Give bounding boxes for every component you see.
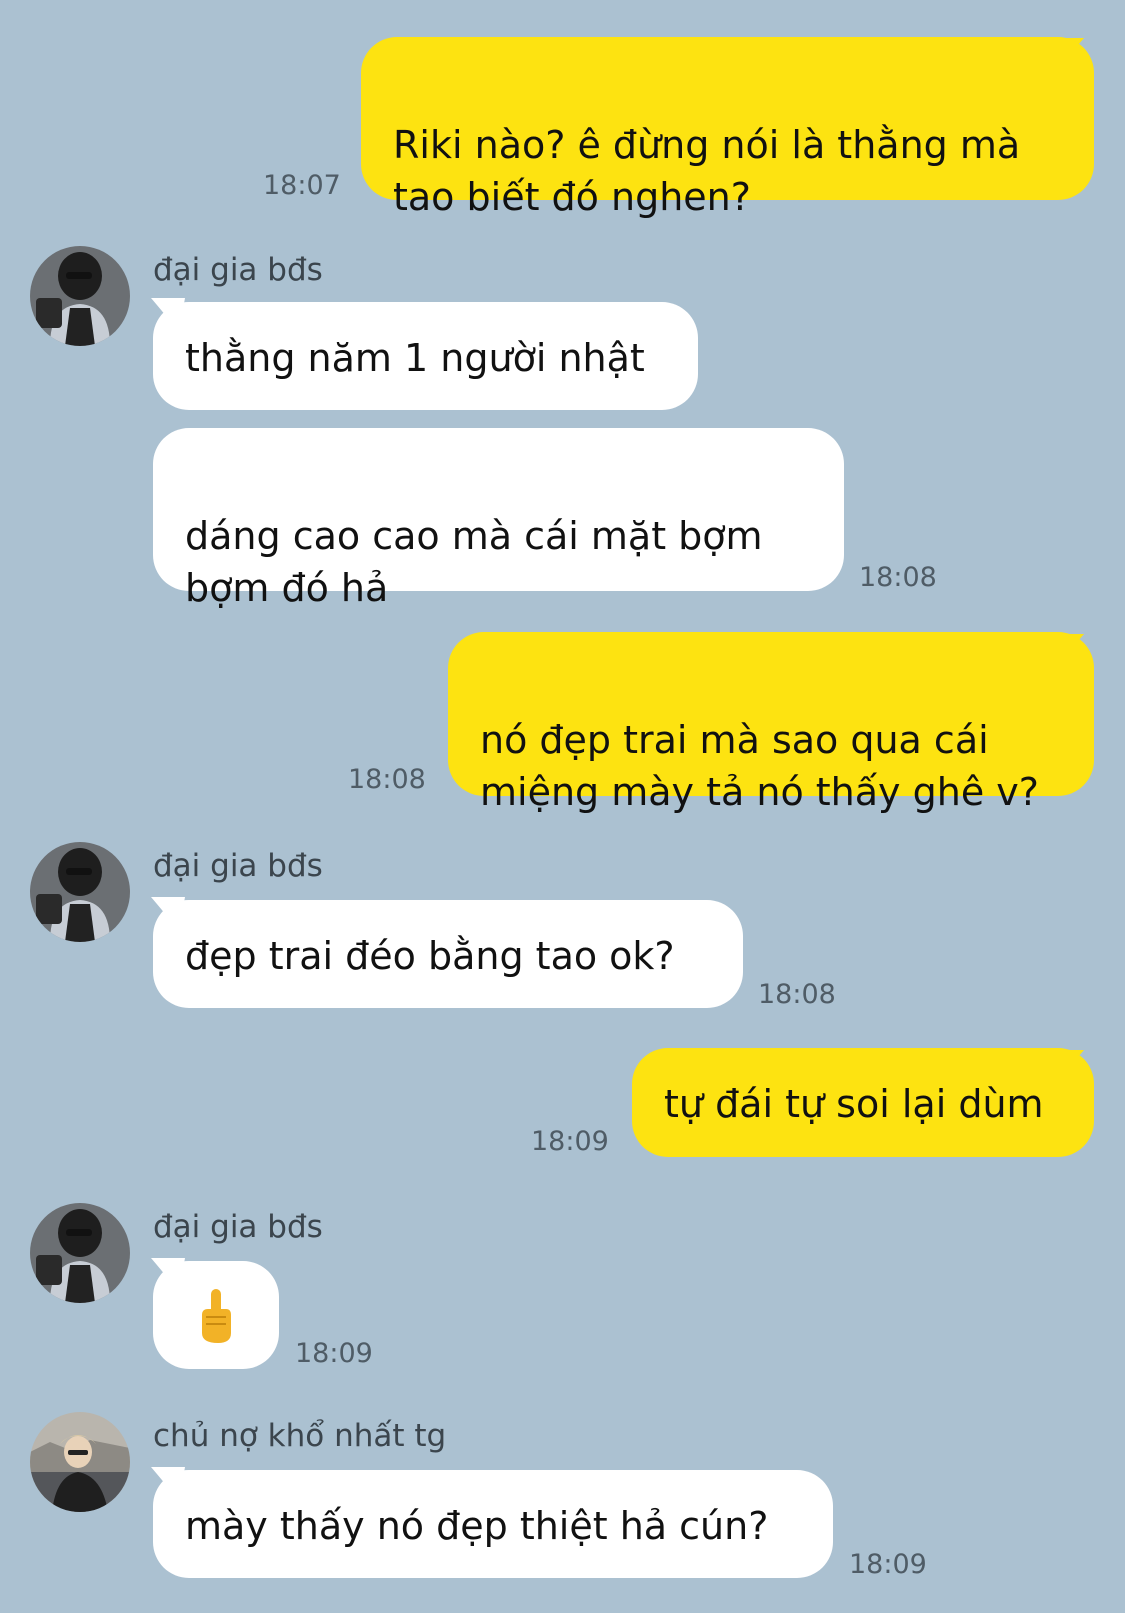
message-time: 18:08 bbox=[348, 764, 426, 795]
sender-name: đại gia bđs bbox=[153, 1209, 323, 1245]
message-time: 18:09 bbox=[849, 1549, 927, 1580]
sender-name: chủ nợ khổ nhất tg bbox=[153, 1418, 447, 1454]
message-bubble-incoming[interactable]: thằng năm 1 người nhật bbox=[153, 302, 698, 410]
sender-name: đại gia bđs bbox=[153, 252, 323, 288]
message-bubble-outgoing[interactable]: nó đẹp trai mà sao qua cái miệng mày tả … bbox=[448, 632, 1094, 814]
message-bubble-outgoing[interactable]: Riki nào? ê đừng nói là thằng mà tao biế… bbox=[361, 37, 1094, 219]
avatar-image bbox=[30, 246, 130, 346]
avatar[interactable] bbox=[30, 246, 130, 346]
message-time: 18:09 bbox=[295, 1338, 373, 1369]
message-text: đẹp trai đéo bằng tao ok? bbox=[185, 934, 675, 978]
message-bubble-incoming[interactable]: đẹp trai đéo bằng tao ok? bbox=[153, 900, 743, 1008]
message-time: 18:09 bbox=[531, 1126, 609, 1157]
message-time: 18:08 bbox=[859, 562, 937, 593]
message-text: thằng năm 1 người nhật bbox=[185, 336, 645, 380]
message-bubble-incoming[interactable] bbox=[153, 1261, 279, 1369]
message-text: mày thấy nó đẹp thiệt hả cún? bbox=[185, 1504, 769, 1548]
message-bubble-incoming[interactable]: mày thấy nó đẹp thiệt hả cún? bbox=[153, 1470, 833, 1578]
middle-finger-emoji-icon bbox=[202, 1289, 231, 1343]
avatar[interactable] bbox=[30, 842, 130, 942]
message-time: 18:08 bbox=[758, 979, 836, 1010]
message-text: Riki nào? ê đừng nói là thằng mà tao biế… bbox=[393, 123, 1021, 219]
sender-name: đại gia bđs bbox=[153, 848, 323, 884]
message-time: 18:07 bbox=[263, 170, 341, 201]
message-text: dáng cao cao mà cái mặt bợm bợm đó hả bbox=[185, 514, 763, 610]
avatar-image bbox=[30, 842, 130, 942]
message-text: nó đẹp trai mà sao qua cái miệng mày tả … bbox=[480, 718, 1039, 814]
message-text: tự đái tự soi lại dùm bbox=[664, 1082, 1044, 1126]
avatar-image bbox=[30, 1203, 130, 1303]
avatar[interactable] bbox=[30, 1412, 130, 1512]
avatar-image bbox=[30, 1412, 130, 1512]
message-bubble-outgoing[interactable]: tự đái tự soi lại dùm bbox=[632, 1048, 1094, 1157]
avatar[interactable] bbox=[30, 1203, 130, 1303]
message-bubble-incoming[interactable]: dáng cao cao mà cái mặt bợm bợm đó hả bbox=[153, 428, 844, 610]
